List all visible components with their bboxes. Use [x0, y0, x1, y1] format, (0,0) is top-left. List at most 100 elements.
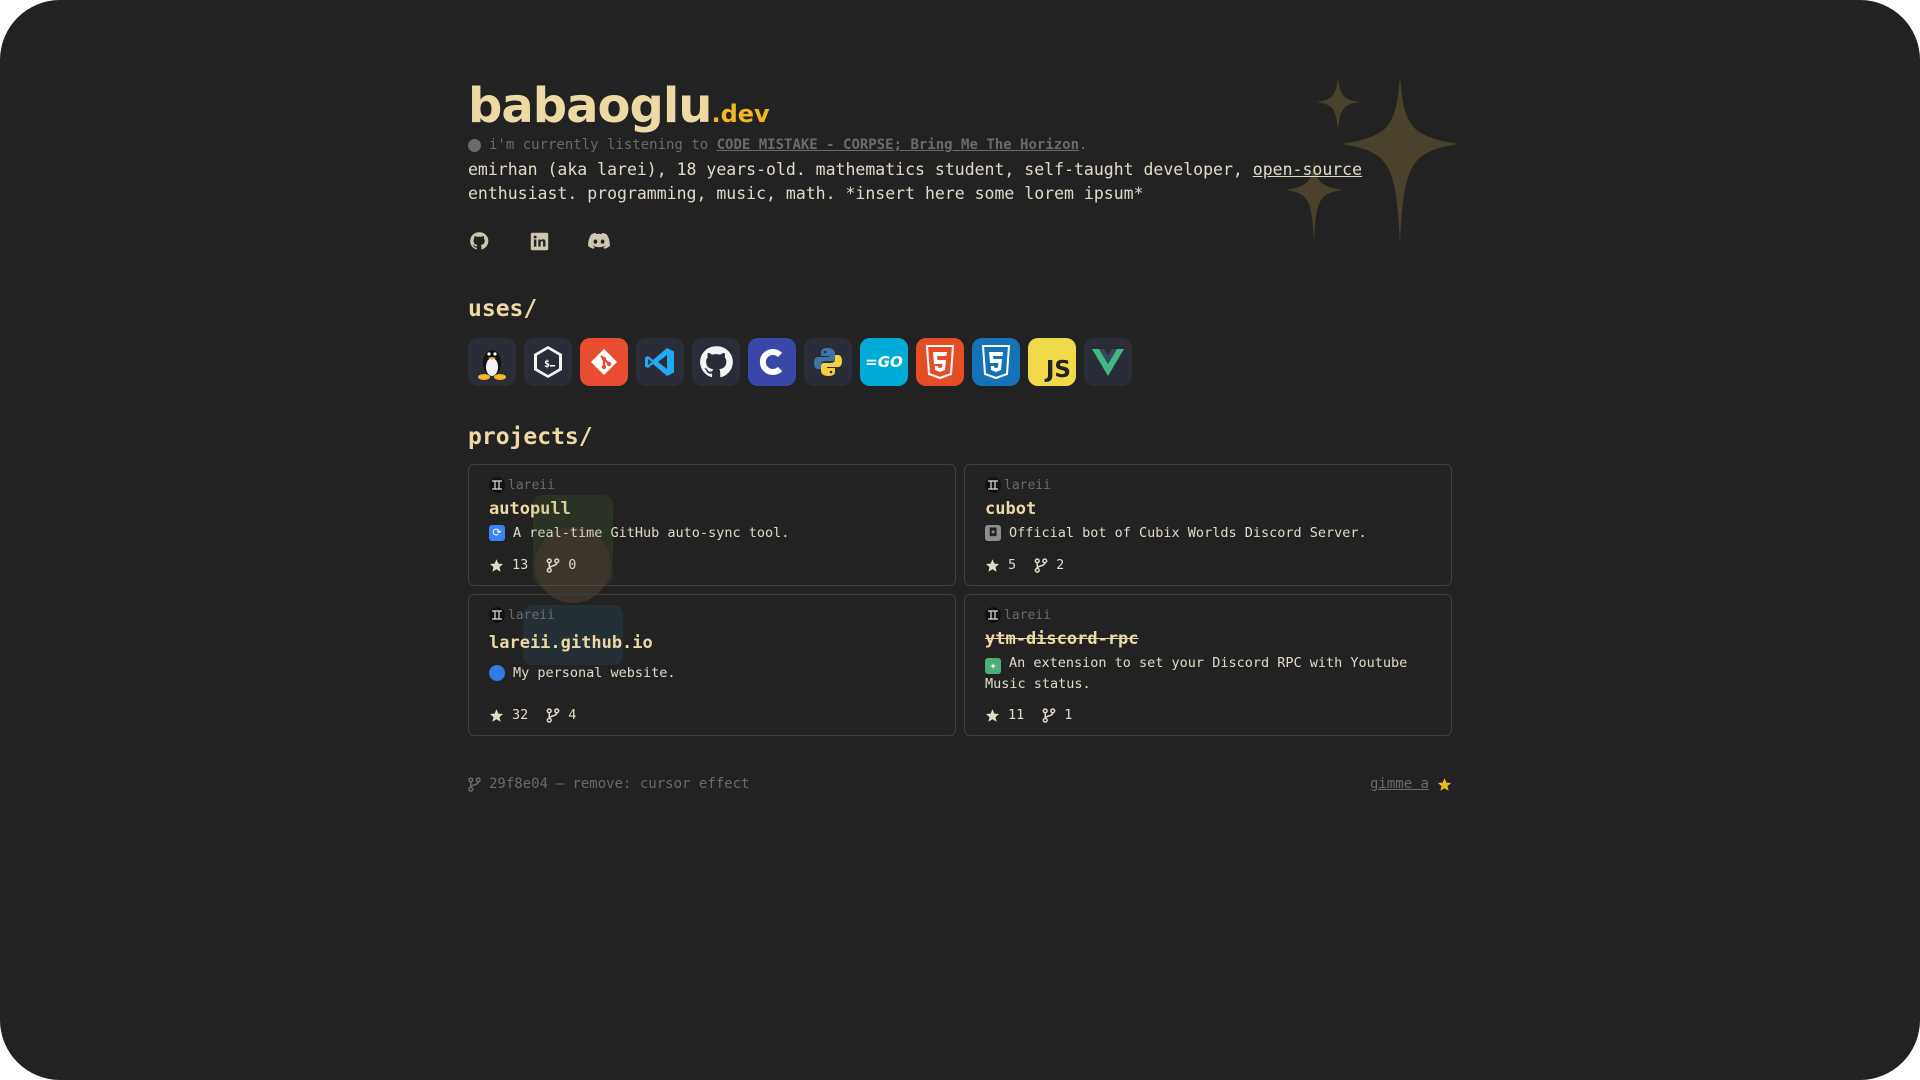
globe-emoji-icon: ● — [489, 665, 505, 681]
fork-icon — [546, 557, 560, 573]
repo-stars-count: 32 — [512, 707, 529, 723]
repo-stars: 11 — [985, 707, 1024, 723]
github-icon[interactable] — [468, 230, 490, 252]
now-playing-track-link[interactable]: CODE MISTAKE - CORPSE; Bring Me The Hori… — [717, 137, 1079, 153]
vue-icon — [1084, 338, 1132, 386]
puzzle-emoji-icon: ✦ — [985, 658, 1001, 674]
bio-text-continued: enthusiast. programming, music, math. *i… — [468, 184, 1144, 203]
commit-hash: 29f8e04 — [489, 776, 549, 792]
repo-stars-count: 5 — [1008, 557, 1017, 573]
repo-stars: 5 — [985, 557, 1016, 573]
repo-description-text: An extension to set your Discord RPC wit… — [985, 655, 1408, 692]
star-icon — [489, 708, 504, 722]
bio-text: emirhan (aka larei), 18 years-old. mathe… — [468, 160, 1253, 179]
repo-card-cubot[interactable]: lareii cubot ◘ Official bot of Cubix Wor… — [964, 464, 1452, 586]
repo-owner: lareii — [489, 477, 935, 493]
html5-icon — [916, 338, 964, 386]
repo-description: ✦ An extension to set your Discord RPC wi… — [985, 653, 1431, 694]
repo-owner-name: lareii — [508, 477, 555, 493]
repo-card-ytm-discord-rpc[interactable]: lareii ytm-discord-rpc ✦ An extension to … — [964, 594, 1452, 736]
main-content: babaoglu .dev i'm currently listening to… — [468, 78, 1452, 792]
star-repo-link-wrap: gimme a — [1370, 776, 1452, 792]
repo-stats: 11 1 — [985, 707, 1072, 723]
star-icon — [985, 708, 1000, 722]
uses-heading: uses/ — [468, 296, 538, 322]
commit-separator: — — [556, 776, 565, 792]
repo-forks-count: 0 — [568, 557, 577, 573]
go-glyph: =GO — [865, 353, 903, 371]
repo-name[interactable]: autopull — [489, 499, 935, 521]
github-icon — [692, 338, 740, 386]
vscode-icon — [636, 338, 684, 386]
repo-stars-count: 11 — [1008, 707, 1025, 723]
repo-description: ● My personal website. — [489, 663, 935, 683]
robot-emoji-icon: ◘ — [985, 525, 1001, 541]
repo-name[interactable]: cubot — [985, 499, 1431, 521]
repo-emoji-icon: ⟳ — [489, 525, 505, 541]
site-brand[interactable]: babaoglu .dev — [468, 78, 1452, 134]
owner-avatar — [985, 607, 1001, 623]
repo-name-archived[interactable]: ytm-discord-rpc — [985, 629, 1431, 651]
repo-stars: 13 — [489, 557, 528, 573]
now-playing-prefix: i'm currently listening to — [489, 137, 709, 153]
repo-stars-count: 13 — [512, 557, 529, 573]
star-icon — [985, 558, 1000, 572]
now-playing: i'm currently listening to CODE MISTAKE … — [468, 136, 1452, 154]
git-branch-icon — [468, 776, 481, 792]
open-source-link[interactable]: open-source — [1253, 160, 1362, 179]
repo-forks-count: 2 — [1056, 557, 1065, 573]
owner-avatar — [489, 607, 505, 623]
repo-name[interactable]: lareii.github.io — [489, 633, 935, 655]
footer: 29f8e04 — remove: cursor effect gimme a — [468, 776, 1452, 792]
repo-stats: 13 0 — [489, 557, 576, 573]
tools-list: $ =GO JS — [468, 338, 1452, 386]
css3-icon — [972, 338, 1020, 386]
linkedin-icon[interactable] — [528, 230, 550, 252]
repo-card-lareii-github-io[interactable]: lareii lareii.github.io ● My personal we… — [468, 594, 956, 736]
repo-description-text: A real-time GitHub auto-sync tool. — [513, 525, 790, 541]
js-glyph: JS — [1045, 357, 1071, 383]
repo-description-text: Official bot of Cubix Worlds Discord Ser… — [1009, 525, 1367, 541]
brand-tld: .dev — [711, 100, 770, 128]
javascript-icon: JS — [1028, 338, 1076, 386]
repo-stars: 32 — [489, 707, 528, 723]
now-playing-suffix: . — [1079, 137, 1088, 153]
spotify-icon — [468, 138, 481, 152]
linux-icon — [468, 338, 516, 386]
repo-forks-count: 1 — [1064, 707, 1073, 723]
fork-icon — [1034, 557, 1048, 573]
brand-name: babaoglu — [468, 78, 712, 134]
svg-text:$: $ — [544, 359, 550, 370]
repo-forks: 0 — [546, 557, 576, 573]
social-links — [468, 230, 1452, 252]
owner-avatar — [489, 477, 505, 493]
repo-stats: 32 4 — [489, 707, 576, 723]
repo-stats: 5 2 — [985, 557, 1064, 573]
repo-forks: 1 — [1042, 707, 1072, 723]
bio: emirhan (aka larei), 18 years-old. mathe… — [468, 158, 1428, 206]
repo-owner-name: lareii — [1004, 607, 1051, 623]
last-commit[interactable]: 29f8e04 — remove: cursor effect — [468, 776, 749, 792]
repo-card-autopull[interactable]: lareii autopull ⟳ A real-time GitHub aut… — [468, 464, 956, 665]
fork-icon — [546, 707, 560, 723]
repo-description: ◘ Official bot of Cubix Worlds Discord S… — [985, 523, 1431, 543]
repo-owner: lareii — [489, 607, 935, 623]
browser-page: babaoglu .dev i'm currently listening to… — [0, 0, 1920, 1080]
repo-owner: lareii — [985, 477, 1431, 493]
repo-description: ⟳ A real-time GitHub auto-sync tool. — [489, 523, 935, 543]
owner-avatar — [985, 477, 1001, 493]
discord-icon[interactable] — [588, 230, 610, 252]
repo-owner-name: lareii — [508, 607, 555, 623]
python-icon — [804, 338, 852, 386]
projects-grid: lareii autopull ⟳ A real-time GitHub aut… — [468, 464, 1452, 736]
repo-owner-name: lareii — [1004, 477, 1051, 493]
repo-forks: 4 — [546, 707, 576, 723]
go-icon: =GO — [860, 338, 908, 386]
bash-icon: $ — [524, 338, 572, 386]
star-icon — [1437, 777, 1452, 791]
repo-forks-count: 4 — [568, 707, 577, 723]
commit-message: remove: cursor effect — [572, 776, 750, 792]
git-icon — [580, 338, 628, 386]
star-repo-link[interactable]: gimme a — [1370, 776, 1429, 792]
c-icon — [748, 338, 796, 386]
